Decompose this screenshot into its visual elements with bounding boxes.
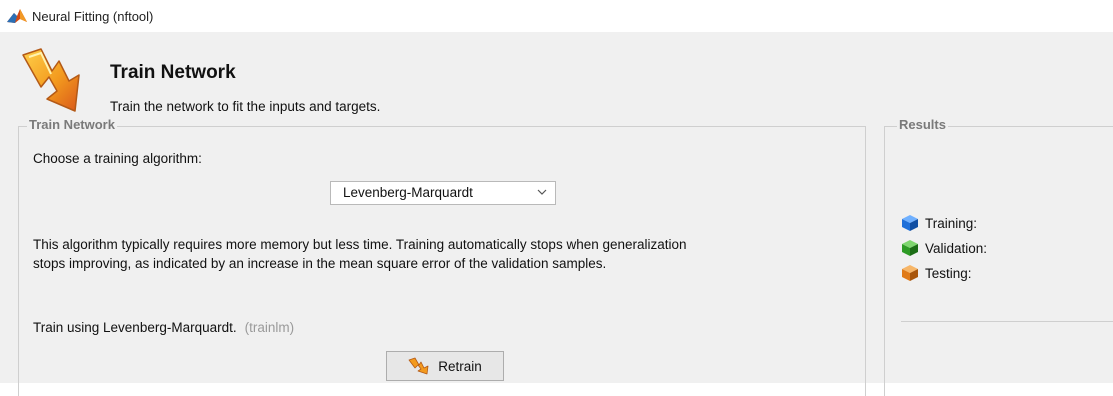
orange-cube-icon [902,265,918,281]
green-cube-icon [902,240,918,256]
training-algorithm-value: Levenberg-Marquardt [343,185,473,200]
result-label-testing: Testing: [925,265,972,281]
training-algorithm-select[interactable]: Levenberg-Marquardt [330,181,556,205]
result-label-training: Training: [925,215,978,231]
results-group: Results Training: Validation: Testing: [884,117,1113,396]
result-row-training: Training: [901,213,977,233]
chevron-down-icon [537,189,547,195]
algorithm-description-line-1: This algorithm typically requires more m… [33,237,687,252]
train-using-label: Train using Levenberg-Marquardt. [33,320,237,335]
result-label-validation: Validation: [925,240,988,256]
choose-algorithm-label: Choose a training algorithm: [33,151,202,166]
retrain-arrow-icon [408,357,429,375]
train-network-group: Train Network Choose a training algorith… [18,117,866,396]
result-row-testing: Testing: [901,263,972,283]
retrain-button-label: Retrain [438,358,482,374]
page-subtitle: Train the network to fit the inputs and … [110,99,381,114]
train-using-text: Train using Levenberg-Marquardt. (trainlm… [33,320,294,335]
blue-cube-icon [902,215,918,231]
results-group-label: Results [897,117,948,132]
train-arrow-icon [22,48,80,112]
window-client-area: Train Network Train the network to fit t… [0,32,1113,396]
algorithm-description: This algorithm typically requires more m… [33,235,853,273]
matlab-logo-icon [7,9,27,23]
results-divider [901,321,1113,322]
page-title: Train Network [110,62,236,83]
title-bar: Neural Fitting (nftool) [0,0,1113,32]
algorithm-description-line-2: stops improving, as indicated by an incr… [33,256,607,271]
result-row-validation: Validation: [901,238,987,258]
algorithm-code: (trainlm) [244,320,295,335]
page-header: Train Network Train the network to fit t… [9,41,1113,119]
train-network-group-label: Train Network [27,117,117,132]
retrain-button[interactable]: Retrain [386,351,504,381]
window-title: Neural Fitting (nftool) [32,9,154,24]
